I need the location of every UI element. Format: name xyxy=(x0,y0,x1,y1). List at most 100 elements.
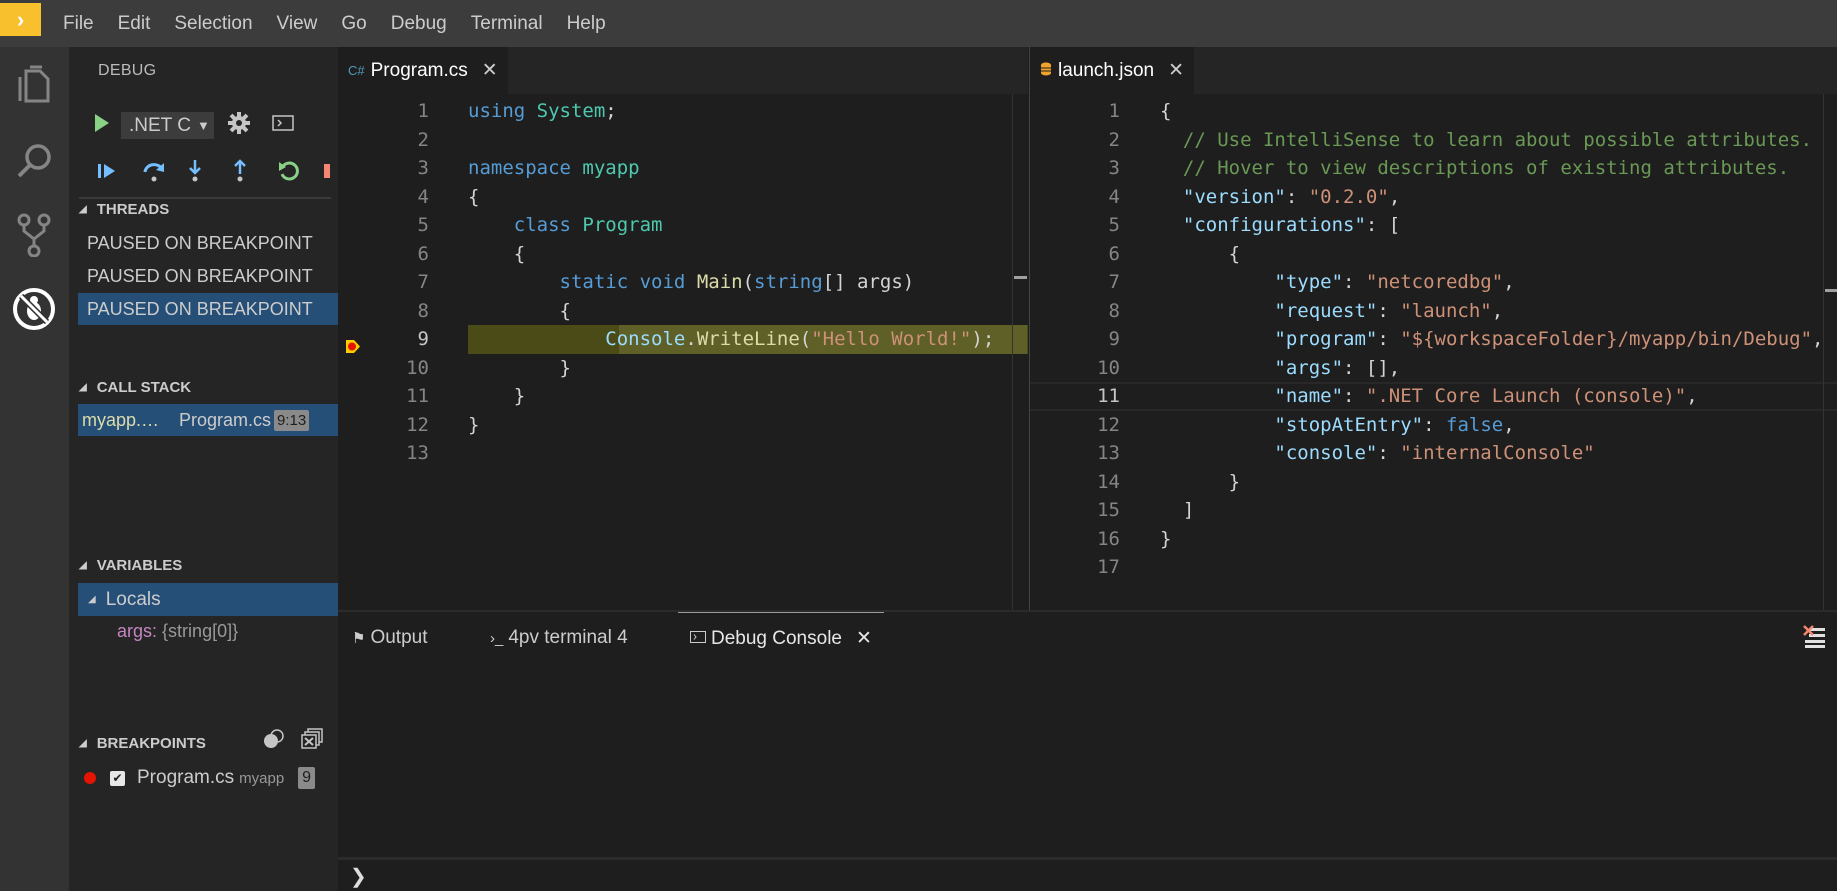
code-token: "Hello World!" xyxy=(811,328,972,350)
code-line[interactable]: 7 "type": "netcoredbg", xyxy=(1030,268,1837,297)
source-control-icon[interactable] xyxy=(10,211,58,259)
code-line[interactable]: 11 "name": ".NET Core Launch (console)", xyxy=(1030,382,1837,411)
code-editor[interactable]: 1 using System; 2 3 namespace myapp 4{5 class… xyxy=(338,97,1028,468)
menu-edit[interactable]: Edit xyxy=(106,0,163,47)
remove-all-breakpoints-icon[interactable] xyxy=(300,728,324,755)
code-line[interactable]: 5 "configurations": [ xyxy=(1030,211,1837,240)
code-token: { xyxy=(468,242,526,265)
debug-icon[interactable] xyxy=(10,285,58,333)
panel-tab-output[interactable]: ⚑ Output xyxy=(352,612,428,664)
line-number: 8 xyxy=(1108,299,1120,322)
step-into-icon[interactable] xyxy=(187,157,232,185)
code-line[interactable]: 2 // Use IntelliSense to learn about pos… xyxy=(1030,126,1837,155)
collapse-icon: ◢ xyxy=(79,382,87,393)
scope-locals[interactable]: ◢ Locals xyxy=(78,583,338,616)
code-line[interactable]: 7 static void Main(string[] args) xyxy=(338,268,1028,297)
tab-program-cs[interactable]: C# Program.cs ✕ xyxy=(338,47,508,94)
code-line[interactable]: 5 class Program xyxy=(338,211,1028,240)
breakpoints-header[interactable]: ◢ BREAKPOINTS xyxy=(79,735,206,752)
gear-icon[interactable] xyxy=(228,112,250,139)
editor-scrollbar[interactable] xyxy=(1823,94,1837,610)
code-line[interactable]: 3 namespace myapp xyxy=(338,154,1028,183)
code-token: : xyxy=(1285,185,1309,208)
line-number: 6 xyxy=(1108,242,1120,265)
line-number: 5 xyxy=(1108,214,1120,236)
tab-launch-json[interactable]: launch.json ✕ xyxy=(1030,47,1195,94)
code-line[interactable]: 17 xyxy=(1030,553,1837,582)
code-token: // Hover to view descriptions of existin… xyxy=(1182,157,1790,179)
restart-icon[interactable] xyxy=(277,157,322,185)
panel-tab-terminal[interactable]: ›_ 4pv terminal 4 xyxy=(490,612,628,664)
panel-tab-debug-console[interactable]: Debug Console ✕ xyxy=(678,612,884,664)
line-text: "version": "0.2.0", xyxy=(1160,183,1400,212)
code-token: void xyxy=(639,271,686,293)
editor-scrollbar[interactable] xyxy=(1012,94,1028,610)
debug-console-input[interactable]: ❯ xyxy=(338,857,1837,891)
menu-selection[interactable]: Selection xyxy=(162,0,264,47)
code-line[interactable]: 9 "program": "${workspaceFolder}/myapp/b… xyxy=(1030,325,1837,354)
tab-label: launch.json xyxy=(1058,59,1155,81)
menu-file[interactable]: File xyxy=(51,0,106,47)
step-out-icon[interactable] xyxy=(232,157,277,185)
line-text: { xyxy=(1160,240,1240,269)
code-line[interactable]: 4{ xyxy=(338,183,1028,212)
breakpoint-enabled-checkbox[interactable]: ✔ xyxy=(110,770,125,786)
code-line[interactable]: 13 "console": "internalConsole" xyxy=(1030,439,1837,468)
breakpoint-line: 9 xyxy=(298,767,316,789)
menu-go[interactable]: Go xyxy=(329,0,378,47)
code-line[interactable]: 1{ xyxy=(1030,97,1837,126)
code-line[interactable]: 8 "request": "launch", xyxy=(1030,297,1837,326)
code-line[interactable]: 10 } xyxy=(338,354,1028,383)
code-line[interactable]: 15 ] xyxy=(1030,496,1837,525)
code-line[interactable]: 9 Console.WriteLine("Hello World!"); xyxy=(338,325,1028,354)
open-debug-console-icon[interactable] xyxy=(272,115,294,136)
line-number: 12 xyxy=(1097,413,1120,436)
line-text: using System; xyxy=(468,97,617,126)
menu-debug[interactable]: Debug xyxy=(379,0,459,47)
line-text: } xyxy=(1160,525,1171,554)
code-line[interactable]: 6 { xyxy=(338,240,1028,269)
explorer-icon[interactable] xyxy=(10,61,58,109)
threads-header[interactable]: ◢ THREADS xyxy=(79,201,169,218)
menu-view[interactable]: View xyxy=(265,0,330,47)
menu-terminal[interactable]: Terminal xyxy=(459,0,555,47)
code-line[interactable]: 12 "stopAtEntry": false, xyxy=(1030,411,1837,440)
thread-item[interactable]: PAUSED ON BREAKPOINT xyxy=(78,260,338,292)
call-stack-header[interactable]: ◢ CALL STACK xyxy=(79,379,191,396)
code-line[interactable]: 8 { xyxy=(338,297,1028,326)
breakpoint-item[interactable]: ✔ Program.cs myapp 9 xyxy=(84,767,316,789)
step-over-icon[interactable] xyxy=(142,157,187,185)
code-line[interactable]: 13 xyxy=(338,439,1028,468)
code-line[interactable]: 16} xyxy=(1030,525,1837,554)
debug-config-toolbar: .NET C ▼ xyxy=(93,112,294,139)
clear-console-icon[interactable] xyxy=(1803,625,1825,649)
collapse-icon: ◢ xyxy=(88,594,96,605)
toggle-breakpoints-icon[interactable] xyxy=(262,728,286,755)
code-line[interactable]: 2 xyxy=(338,126,1028,155)
code-line[interactable]: 4 "version": "0.2.0", xyxy=(1030,183,1837,212)
line-text: { xyxy=(468,297,571,326)
variables-header[interactable]: ◢ VARIABLES xyxy=(79,557,182,574)
code-line[interactable]: 12} xyxy=(338,411,1028,440)
code-line[interactable]: 10 "args": [], xyxy=(1030,354,1837,383)
menu-help[interactable]: Help xyxy=(555,0,618,47)
variable-item[interactable]: args: {string[0]} xyxy=(117,621,238,642)
stack-frame[interactable]: myapp.… Program.cs 9:13 xyxy=(78,404,338,436)
close-icon[interactable]: ✕ xyxy=(482,59,498,82)
search-icon[interactable] xyxy=(10,137,58,185)
code-line[interactable]: 1 using System; xyxy=(338,97,1028,126)
code-editor[interactable]: 1{2 // Use IntelliSense to learn about p… xyxy=(1030,97,1837,582)
continue-icon[interactable] xyxy=(97,157,142,185)
close-icon[interactable]: ✕ xyxy=(1168,59,1184,82)
code-line[interactable]: 11 } xyxy=(338,382,1028,411)
thread-item[interactable]: PAUSED ON BREAKPOINT xyxy=(78,227,338,259)
line-number: 9 xyxy=(417,328,429,350)
code-line[interactable]: 6 { xyxy=(1030,240,1837,269)
close-icon[interactable]: ✕ xyxy=(856,627,872,650)
code-line[interactable]: 3 // Hover to view descriptions of exist… xyxy=(1030,154,1837,183)
launch-config-select[interactable]: .NET C ▼ xyxy=(121,112,214,139)
code-line[interactable]: 14 } xyxy=(1030,468,1837,497)
start-debugging-button[interactable] xyxy=(93,113,111,138)
thread-item-selected[interactable]: PAUSED ON BREAKPOINT xyxy=(78,293,338,325)
